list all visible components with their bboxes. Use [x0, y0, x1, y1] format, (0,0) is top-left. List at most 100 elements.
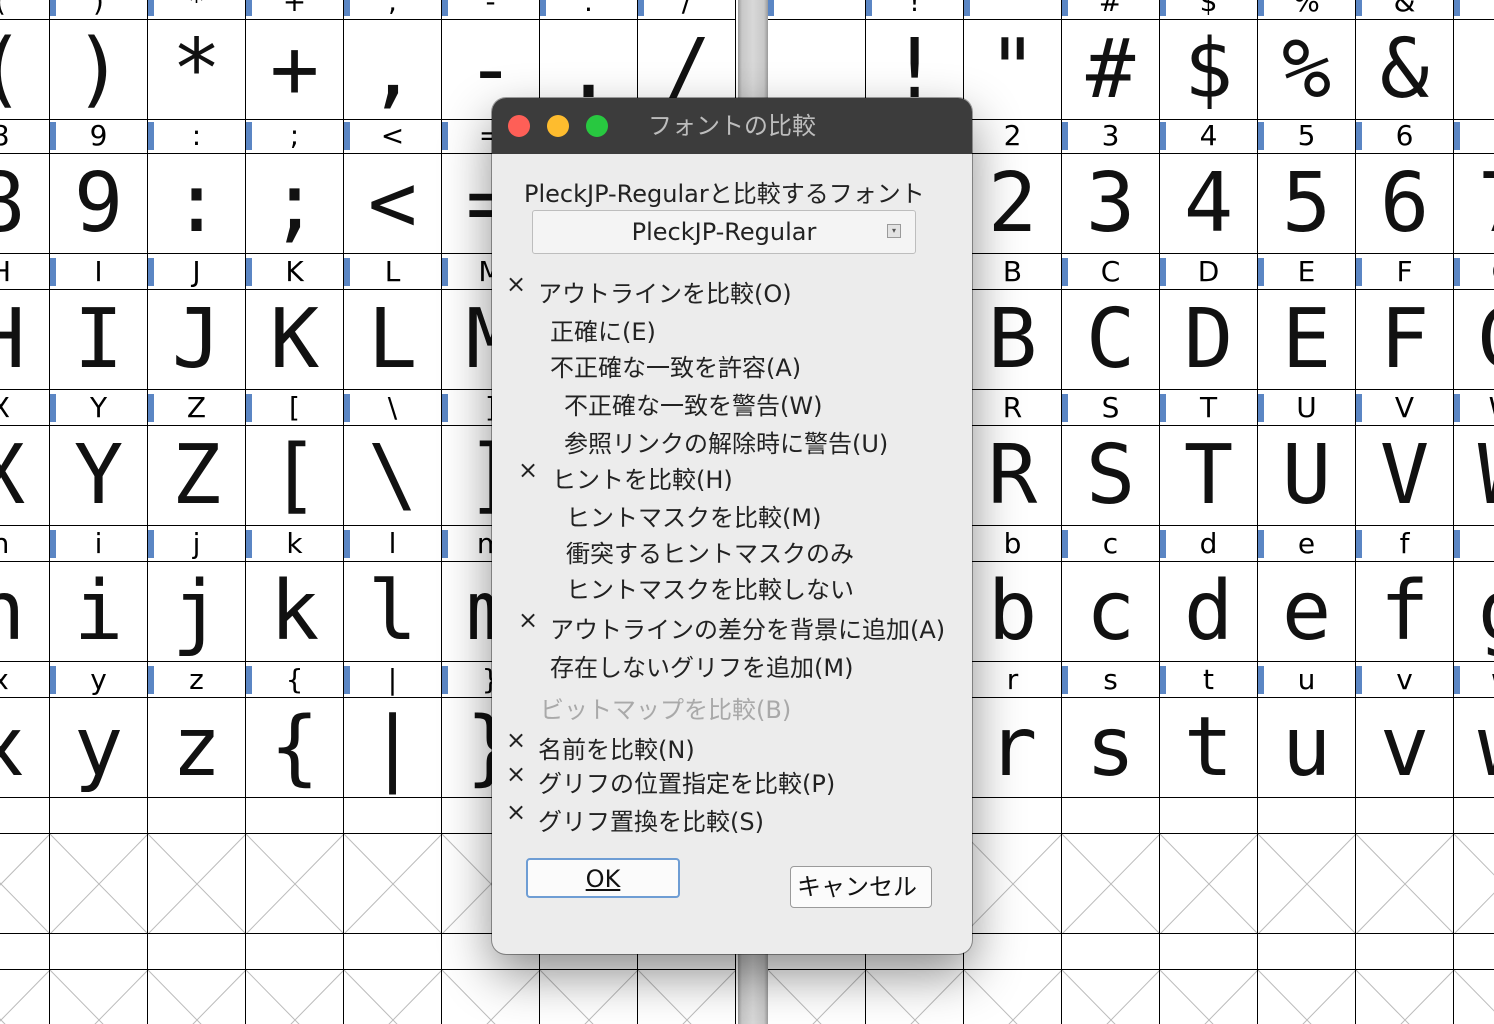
- empty-glyph-cell[interactable]: [638, 970, 736, 1024]
- empty-glyph-cell[interactable]: [1258, 970, 1356, 1024]
- glyph-label-cell[interactable]: 2: [964, 118, 1062, 154]
- glyph-cell[interactable]: (: [0, 20, 50, 120]
- glyph-cell[interactable]: ;: [246, 154, 344, 254]
- empty-glyph-cell[interactable]: [246, 970, 344, 1024]
- empty-glyph-cell[interactable]: [540, 970, 638, 1024]
- empty-glyph-cell[interactable]: [246, 934, 344, 970]
- empty-glyph-cell[interactable]: [50, 834, 148, 934]
- ok-button[interactable]: OK: [526, 858, 680, 898]
- glyph-label-cell[interactable]: [768, 0, 866, 20]
- empty-glyph-cell[interactable]: [344, 798, 442, 834]
- glyph-label-cell[interactable]: 6: [1356, 118, 1454, 154]
- glyph-cell[interactable]: :: [148, 154, 246, 254]
- empty-glyph-cell[interactable]: [148, 934, 246, 970]
- empty-glyph-cell[interactable]: [1258, 798, 1356, 834]
- glyph-cell[interactable]: x: [0, 698, 50, 798]
- empty-glyph-cell[interactable]: [50, 970, 148, 1024]
- empty-glyph-cell[interactable]: [1160, 934, 1258, 970]
- empty-glyph-cell[interactable]: [964, 798, 1062, 834]
- empty-glyph-cell[interactable]: [1356, 834, 1454, 934]
- glyph-label-cell[interactable]: S: [1062, 390, 1160, 426]
- glyph-label-cell[interactable]: !: [866, 0, 964, 20]
- glyph-cell[interactable]: E: [1258, 290, 1356, 390]
- empty-glyph-cell[interactable]: [246, 798, 344, 834]
- glyph-label-cell[interactable]: <: [344, 118, 442, 154]
- glyph-cell[interactable]: h: [0, 562, 50, 662]
- glyph-label-cell[interactable]: y: [50, 662, 148, 698]
- glyph-cell[interactable]: f: [1356, 562, 1454, 662]
- glyph-label-cell[interactable]: :: [148, 118, 246, 154]
- glyph-cell[interactable]: B: [964, 290, 1062, 390]
- empty-glyph-cell[interactable]: [1356, 934, 1454, 970]
- empty-glyph-cell[interactable]: [1356, 798, 1454, 834]
- glyph-cell[interactable]: T: [1160, 426, 1258, 526]
- glyph-label-cell[interactable]: |: [344, 662, 442, 698]
- empty-glyph-cell[interactable]: [1454, 934, 1494, 970]
- glyph-cell[interactable]: Z: [148, 426, 246, 526]
- glyph-label-cell[interactable]: $: [1160, 0, 1258, 20]
- empty-glyph-cell[interactable]: [0, 934, 50, 970]
- glyph-cell[interactable]: 6: [1356, 154, 1454, 254]
- empty-glyph-cell[interactable]: [0, 970, 50, 1024]
- glyph-cell[interactable]: 9: [50, 154, 148, 254]
- glyph-label-cell[interactable]: ,: [344, 0, 442, 20]
- glyph-cell[interactable]: j: [148, 562, 246, 662]
- glyph-label-cell[interactable]: F: [1356, 254, 1454, 290]
- glyph-cell[interactable]: L: [344, 290, 442, 390]
- glyph-label-cell[interactable]: V: [1356, 390, 1454, 426]
- empty-glyph-cell[interactable]: [1062, 934, 1160, 970]
- glyph-cell[interactable]: 2: [964, 154, 1062, 254]
- glyph-cell[interactable]: y: [50, 698, 148, 798]
- cancel-button[interactable]: キャンセル(C: [790, 866, 932, 908]
- glyph-label-cell[interactable]: -: [442, 0, 540, 20]
- glyph-cell[interactable]: 8: [0, 154, 50, 254]
- empty-glyph-cell[interactable]: [1160, 798, 1258, 834]
- glyph-cell[interactable]: {: [246, 698, 344, 798]
- glyph-label-cell[interactable]: ': [1454, 0, 1494, 20]
- glyph-cell[interactable]: c: [1062, 562, 1160, 662]
- glyph-cell[interactable]: D: [1160, 290, 1258, 390]
- glyph-cell[interactable]: 4: [1160, 154, 1258, 254]
- glyph-cell[interactable]: ): [50, 20, 148, 120]
- glyph-cell[interactable]: v: [1356, 698, 1454, 798]
- glyph-label-cell[interactable]: /: [638, 0, 736, 20]
- glyph-label-cell[interactable]: s: [1062, 662, 1160, 698]
- glyph-label-cell[interactable]: ): [50, 0, 148, 20]
- glyph-label-cell[interactable]: ": [964, 0, 1062, 20]
- glyph-cell[interactable]: C: [1062, 290, 1160, 390]
- empty-glyph-cell[interactable]: [964, 834, 1062, 934]
- glyph-label-cell[interactable]: C: [1062, 254, 1160, 290]
- glyph-label-cell[interactable]: f: [1356, 526, 1454, 562]
- empty-glyph-cell[interactable]: [442, 970, 540, 1024]
- glyph-cell[interactable]: I: [50, 290, 148, 390]
- compare-option-13[interactable]: グリフの位置指定を比較(P): [538, 764, 835, 799]
- glyph-label-cell[interactable]: 5: [1258, 118, 1356, 154]
- glyph-label-cell[interactable]: +: [246, 0, 344, 20]
- compare-option-3[interactable]: 不正確な一致を警告(W): [564, 386, 822, 421]
- glyph-label-cell[interactable]: j: [148, 526, 246, 562]
- glyph-label-cell[interactable]: c: [1062, 526, 1160, 562]
- empty-glyph-cell[interactable]: [1356, 970, 1454, 1024]
- glyph-cell[interactable]: V: [1356, 426, 1454, 526]
- glyph-cell[interactable]: *: [148, 20, 246, 120]
- compare-option-7[interactable]: 衝突するヒントマスクのみ: [566, 534, 854, 569]
- glyph-label-cell[interactable]: %: [1258, 0, 1356, 20]
- glyph-label-cell[interactable]: {: [246, 662, 344, 698]
- glyph-label-cell[interactable]: L: [344, 254, 442, 290]
- glyph-cell[interactable]: 7: [1454, 154, 1494, 254]
- glyph-label-cell[interactable]: ;: [246, 118, 344, 154]
- glyph-cell[interactable]: b: [964, 562, 1062, 662]
- glyph-cell[interactable]: z: [148, 698, 246, 798]
- glyph-label-cell[interactable]: z: [148, 662, 246, 698]
- glyph-label-cell[interactable]: 7: [1454, 118, 1494, 154]
- glyph-cell[interactable]: u: [1258, 698, 1356, 798]
- glyph-cell[interactable]: k: [246, 562, 344, 662]
- glyph-label-cell[interactable]: *: [148, 0, 246, 20]
- empty-glyph-cell[interactable]: [148, 834, 246, 934]
- compare-option-2[interactable]: 不正確な一致を許容(A): [550, 348, 801, 383]
- glyph-label-cell[interactable]: l: [344, 526, 442, 562]
- compare-option-0[interactable]: アウトラインを比較(O): [538, 274, 792, 309]
- empty-glyph-cell[interactable]: [50, 934, 148, 970]
- empty-glyph-cell[interactable]: [344, 834, 442, 934]
- empty-glyph-cell[interactable]: [768, 970, 866, 1024]
